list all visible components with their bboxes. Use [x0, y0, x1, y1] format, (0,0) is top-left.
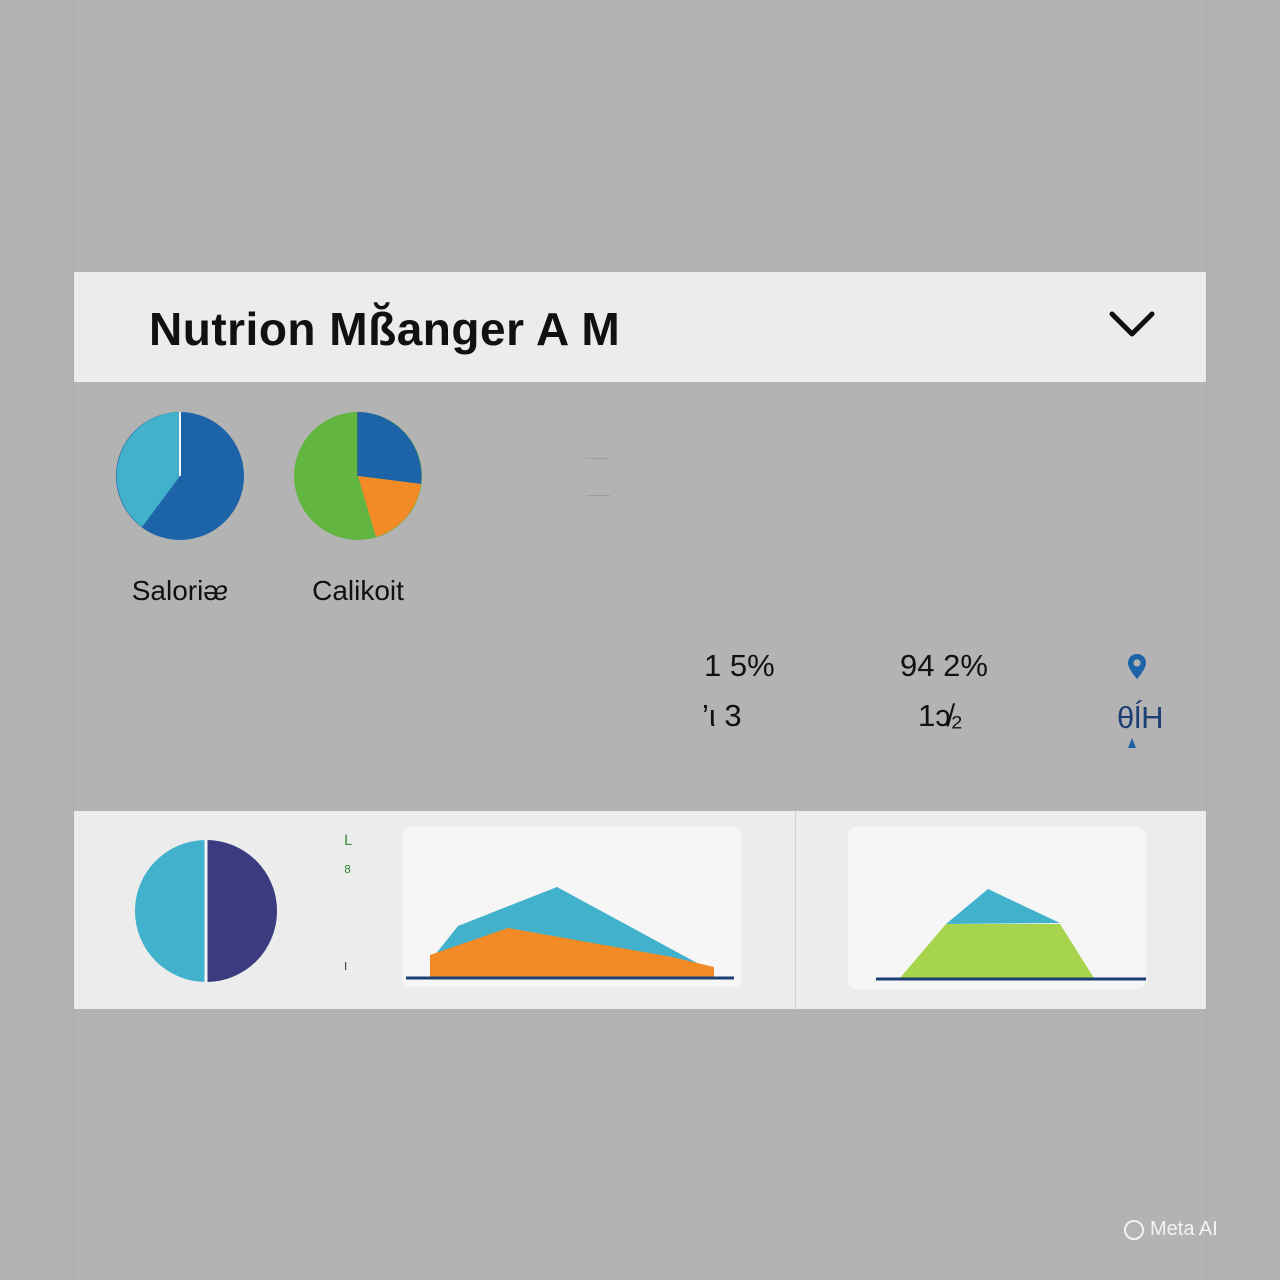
right-frame-line — [1206, 0, 1207, 1280]
pie-2-slice-blue — [358, 412, 422, 484]
faint-dash-2 — [586, 495, 610, 496]
area-chart-2-series-blue — [946, 889, 1060, 924]
stat-col1-bottom: ’ι 3 — [702, 698, 742, 733]
pie-card-2: Calikoit — [288, 408, 428, 607]
pie-chart-2 — [294, 412, 422, 540]
app-screen: Nutrion Mß̆anger A M Saloriᴂ Calikoit 1 … — [0, 0, 1280, 1280]
pie-1-label: Saloriᴂ — [131, 575, 229, 606]
pie-2-label: Calikoit — [312, 575, 404, 606]
panel-divider — [795, 811, 796, 1009]
tick-mark-top: L — [344, 833, 352, 849]
watermark-text: Meta AI — [1150, 1218, 1218, 1240]
area-chart-2-series-lime — [900, 924, 1094, 978]
map-pin-icon[interactable] — [1126, 652, 1148, 682]
watermark: Meta AI — [1124, 1218, 1218, 1241]
half-pie-right — [206, 840, 277, 982]
tick-mark-low: I — [344, 960, 348, 973]
stat-col3-bottom: θĺH — [1117, 700, 1164, 735]
area-chart-card-2 — [848, 827, 1146, 989]
stat-col1-top: 1 5% — [704, 648, 775, 683]
half-pie-chart — [135, 840, 277, 982]
caret-up-icon — [1128, 738, 1136, 748]
header-bar: Nutrion Mß̆anger A M — [74, 272, 1206, 382]
faint-dash-1 — [586, 458, 610, 459]
stat-col2-top: 94 2% — [900, 648, 988, 683]
chevron-down-icon[interactable] — [1104, 304, 1160, 344]
meta-logo-icon — [1124, 1219, 1144, 1240]
left-frame-line — [73, 0, 74, 1280]
area-chart-2 — [876, 889, 1146, 981]
area-chart-1 — [406, 887, 734, 980]
pie-card-1: Saloriᴂ — [110, 408, 250, 607]
stat-col2-bottom: 1ɔ̸₂ — [918, 698, 963, 733]
pie-chart-1 — [116, 412, 244, 540]
bottom-panel: L 8 I — [74, 811, 1206, 1009]
page-title: Nutrion Mß̆anger A M — [149, 303, 621, 355]
area-chart-card-1 — [402, 827, 742, 987]
tick-mark-mid: 8 — [344, 863, 351, 876]
